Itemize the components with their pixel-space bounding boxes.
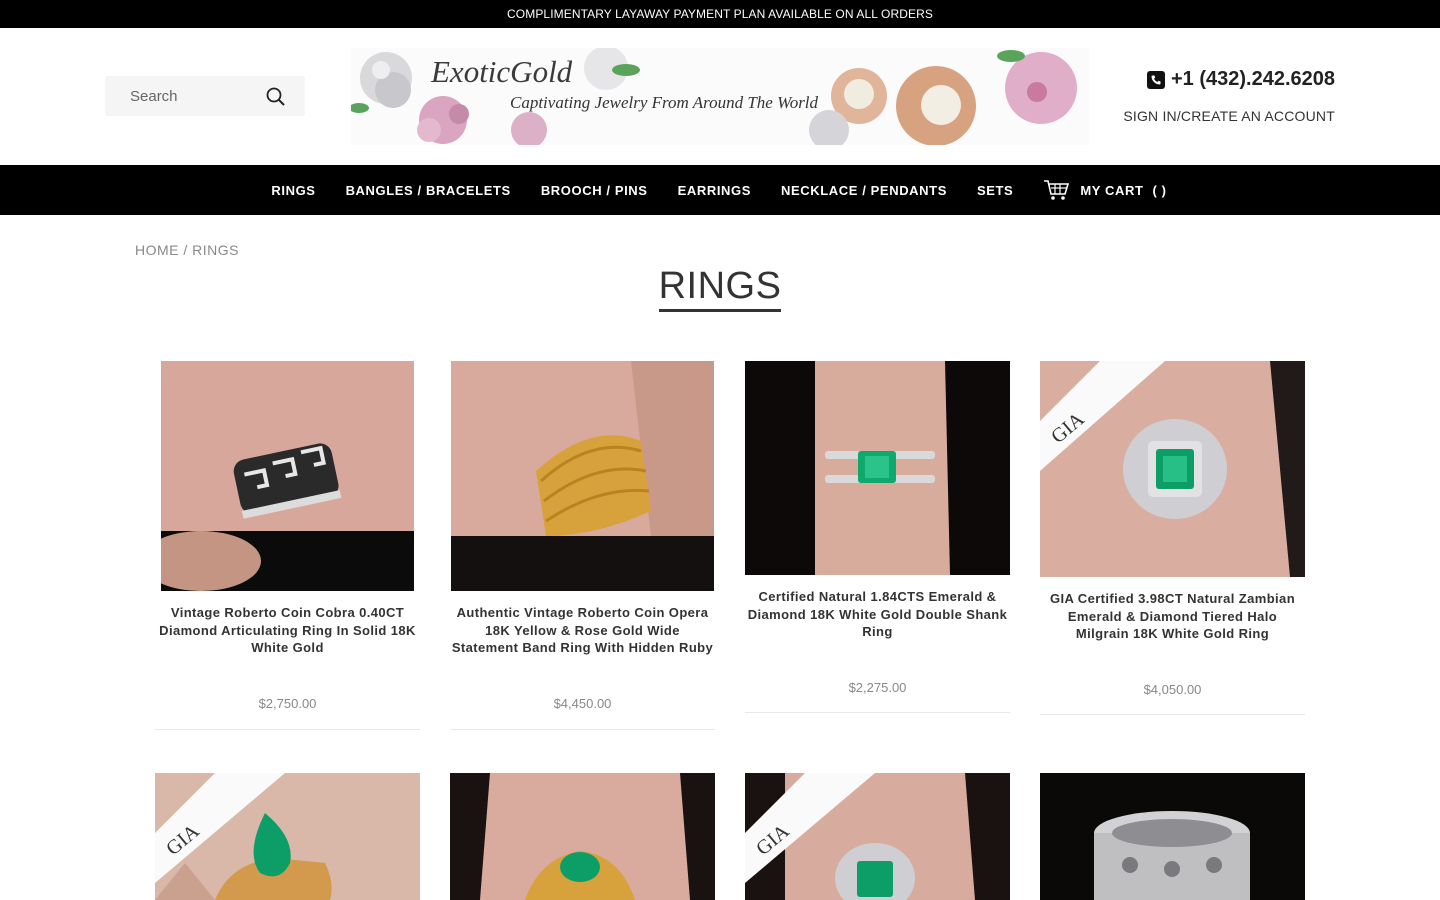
- brand-name: ExoticGold: [431, 54, 573, 89]
- nav-item-necklace-pendants[interactable]: NECKLACE / PENDANTS: [781, 183, 947, 198]
- announcement-text: COMPLIMENTARY LAYAWAY PAYMENT PLAN AVAIL…: [507, 7, 933, 21]
- main-navigation: RINGS BANGLES / BRACELETS BROOCH / PINS …: [0, 165, 1440, 215]
- nav-item-bangles-bracelets[interactable]: BANGLES / BRACELETS: [346, 183, 511, 198]
- search-input[interactable]: [105, 76, 265, 116]
- page-title-wrap: RINGS: [0, 265, 1440, 312]
- product-card[interactable]: [450, 773, 715, 900]
- announcement-bar: COMPLIMENTARY LAYAWAY PAYMENT PLAN AVAIL…: [0, 0, 1440, 28]
- product-image[interactable]: [161, 361, 414, 591]
- product-image[interactable]: [450, 773, 715, 900]
- product-price: $2,750.00: [258, 696, 317, 711]
- product-image[interactable]: GIA: [745, 773, 1010, 900]
- cart-label: MY CART: [1080, 182, 1144, 198]
- product-image[interactable]: [451, 361, 714, 591]
- breadcrumb[interactable]: HOME / RINGS: [135, 242, 239, 258]
- product-card[interactable]: Certified Natural 1.84CTS Emerald & Diam…: [745, 361, 1010, 716]
- product-card[interactable]: GIA: [745, 773, 1010, 900]
- signin-link[interactable]: SIGN IN/CREATE AN ACCOUNT: [1123, 108, 1335, 124]
- nav-item-earrings[interactable]: EARRINGS: [678, 183, 751, 198]
- card-divider: [450, 729, 715, 730]
- site-logo-banner[interactable]: ExoticGold Captivating Jewelry From Arou…: [351, 48, 1089, 145]
- product-card[interactable]: GIA: [155, 773, 420, 900]
- search-icon[interactable]: [265, 86, 287, 108]
- site-header: ExoticGold Captivating Jewelry From Arou…: [0, 28, 1440, 165]
- phone-text: +1 (432).242.6208: [1170, 68, 1335, 90]
- phone-icon: [1146, 70, 1165, 89]
- nav-item-rings[interactable]: RINGS: [271, 183, 315, 198]
- cart-link[interactable]: MY CART ( ): [1043, 179, 1166, 201]
- card-divider: [1040, 714, 1305, 715]
- phone-number[interactable]: +1 (432).242.6208: [1146, 68, 1335, 91]
- product-name[interactable]: Authentic Vintage Roberto Coin Opera 18K…: [450, 604, 715, 657]
- nav-item-brooch-pins[interactable]: BROOCH / PINS: [541, 183, 648, 198]
- page-title: RINGS: [658, 265, 782, 312]
- card-divider: [745, 712, 1010, 713]
- product-price: $2,275.00: [848, 680, 907, 695]
- product-price: $4,450.00: [553, 696, 612, 711]
- cart-count: ( ): [1152, 182, 1167, 198]
- nav-item-sets[interactable]: SETS: [977, 183, 1013, 198]
- brand-tagline: Captivating Jewelry From Around The Worl…: [510, 93, 819, 112]
- search-box: [105, 76, 305, 116]
- product-card[interactable]: GIA GIA Certified 3.98CT Natural Zambian…: [1040, 361, 1305, 721]
- product-image[interactable]: GIA: [155, 773, 420, 900]
- product-name[interactable]: Certified Natural 1.84CTS Emerald & Diam…: [745, 588, 1010, 641]
- card-divider: [155, 729, 420, 730]
- product-name[interactable]: Vintage Roberto Coin Cobra 0.40CT Diamon…: [155, 604, 420, 657]
- product-card[interactable]: Vintage Roberto Coin Cobra 0.40CT Diamon…: [155, 361, 420, 731]
- product-price: $4,050.00: [1143, 682, 1202, 697]
- product-image[interactable]: [745, 361, 1010, 575]
- product-image[interactable]: GIA: [1040, 361, 1305, 577]
- product-image[interactable]: [1040, 773, 1305, 900]
- product-name[interactable]: GIA Certified 3.98CT Natural Zambian Eme…: [1040, 590, 1305, 643]
- product-card[interactable]: [1040, 773, 1305, 900]
- cart-icon: [1044, 180, 1070, 200]
- product-card[interactable]: Authentic Vintage Roberto Coin Opera 18K…: [450, 361, 715, 731]
